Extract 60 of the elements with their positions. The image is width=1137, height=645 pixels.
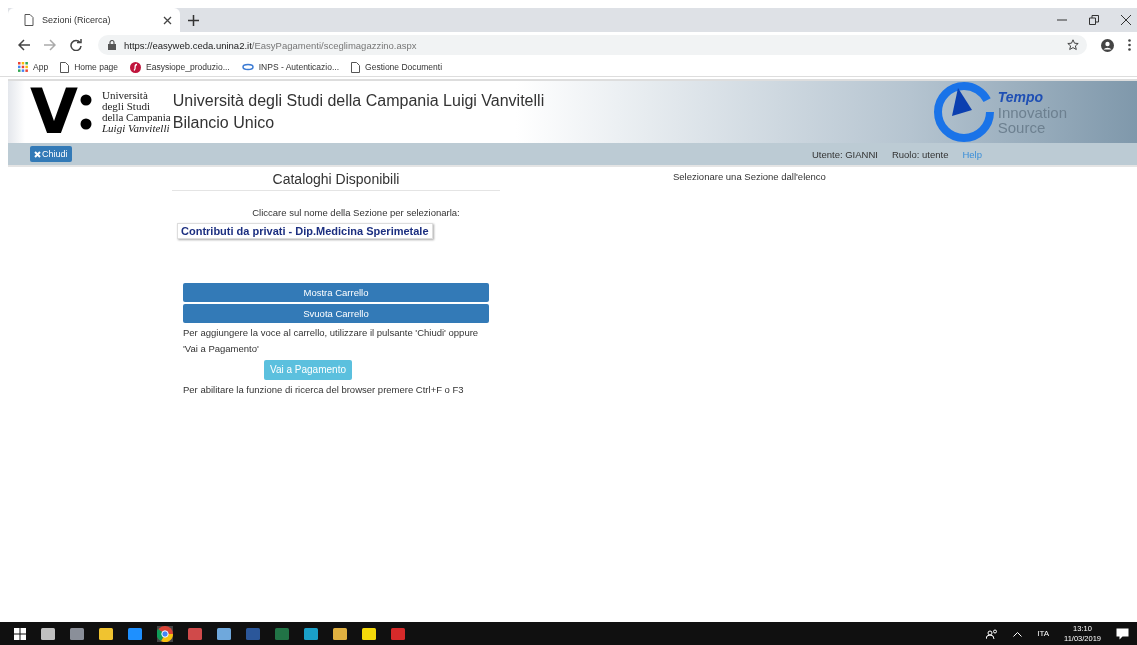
address-bar[interactable]: https://easyweb.ceda.unina2.it/EasyPagamenti/sceglimagazzino.aspx: [98, 35, 1087, 55]
ring-icon: [241, 63, 254, 71]
bookmark[interactable]: Easysiope_produzio...: [130, 61, 230, 73]
account-icon[interactable]: [1101, 38, 1114, 52]
close-icon[interactable]: [1121, 15, 1131, 25]
url-text: https://easyweb.ceda.unina2.it/EasyPagamenti/sceglimagazzino.aspx: [124, 39, 417, 51]
notification-icon[interactable]: [1116, 627, 1129, 640]
bookmark[interactable]: Gestione Documenti: [351, 61, 443, 73]
detail-message: Selezionare una Sezione dall'elenco: [673, 171, 826, 182]
people-icon[interactable]: [986, 628, 999, 639]
page-icon: [351, 61, 361, 73]
instruction-text: Cliccare sul nome della Sezione per selezionarla:: [251, 207, 461, 218]
colon-icon: [80, 94, 92, 130]
logo-text: Luigi Vanvitelli: [102, 123, 170, 134]
role-label: Ruolo: utente: [891, 148, 949, 160]
page-icon: [24, 14, 34, 26]
gauge-icon: [931, 80, 996, 144]
menu-icon[interactable]: [1128, 39, 1131, 51]
bookmark[interactable]: Home page: [60, 61, 119, 73]
university-title: Università degli Studi della Campania Luigi Vanvitelli: [172, 92, 545, 110]
app-icon[interactable]: [99, 626, 113, 641]
logo-icon: [130, 61, 142, 73]
app-title: Bilancio Unico: [172, 114, 276, 132]
reload-icon[interactable]: [70, 39, 82, 51]
chrome-icon[interactable]: [157, 625, 173, 642]
app-icon[interactable]: [304, 626, 318, 641]
apps-icon: [18, 62, 28, 72]
empty-cart-button[interactable]: Svuota Carrello: [183, 304, 489, 323]
logo-text: degli Studi: [102, 101, 151, 112]
star-icon[interactable]: [1067, 39, 1079, 51]
bookmark[interactable]: INPS - Autenticazio...: [241, 62, 340, 72]
show-cart-button[interactable]: Mostra Carrello: [183, 283, 489, 302]
chevron-up-icon[interactable]: [1013, 630, 1023, 637]
app-icon[interactable]: [333, 626, 347, 641]
browser-tab[interactable]: Sezioni (Ricerca): [8, 8, 180, 32]
user-label: Utente: GIANNI: [811, 148, 878, 160]
back-icon[interactable]: [18, 39, 30, 51]
app-icon[interactable]: [41, 626, 55, 641]
logo-text: Università: [102, 90, 149, 101]
page-icon: [60, 61, 70, 73]
app-icon[interactable]: [362, 626, 376, 641]
section-link[interactable]: Contributi da privati - Dip.Medicina Sperimetale: [177, 223, 433, 239]
app-icon[interactable]: [128, 626, 142, 641]
cart-note: Per aggiungere la voce al carrello, utilizzare il pulsante 'Chiudi' oppure 'Vai a Pagamento': [183, 326, 480, 356]
new-tab-icon[interactable]: [188, 14, 199, 26]
restore-icon[interactable]: [1089, 15, 1099, 25]
search-note: Per abilitare la funzione di ricerca del browser premere Ctrl+F o F3: [183, 382, 465, 397]
bookmark[interactable]: App: [18, 62, 49, 72]
section-title: Cataloghi Disponibili: [172, 171, 500, 191]
close-button[interactable]: Chiudi: [30, 146, 72, 162]
language-indicator[interactable]: ITA: [1037, 629, 1049, 638]
brand-name: Tempo: [997, 89, 1045, 105]
windows-icon[interactable]: [14, 627, 26, 640]
lock-icon: [108, 40, 116, 50]
app-icon[interactable]: [217, 626, 231, 641]
logo-text: della Campania: [102, 112, 171, 123]
logo-mark: V: [30, 81, 78, 143]
app-icon[interactable]: [70, 626, 84, 641]
close-icon: [34, 150, 41, 158]
close-icon[interactable]: [163, 15, 172, 25]
